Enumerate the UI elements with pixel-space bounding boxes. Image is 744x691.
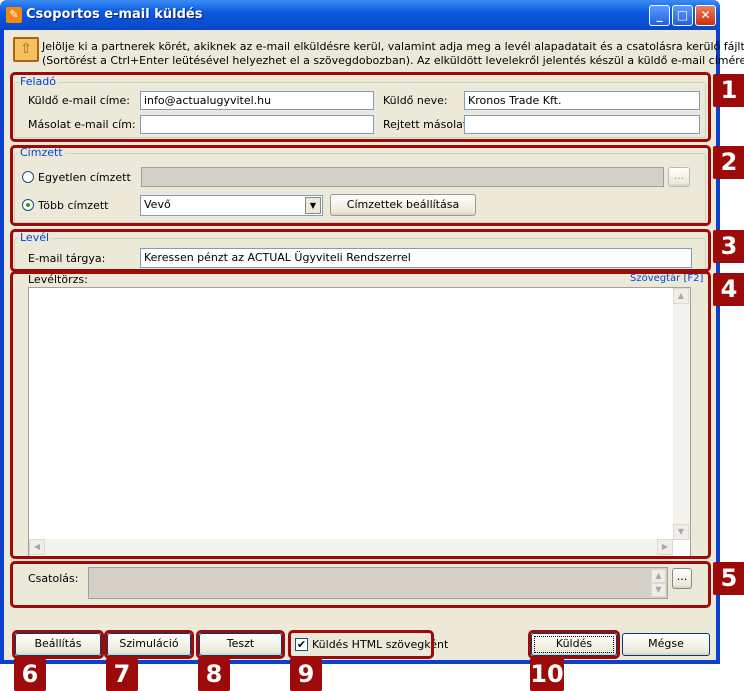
callout-badge-8: 8 bbox=[198, 658, 230, 691]
callout-badge-3: 3 bbox=[713, 230, 744, 263]
maximize-button[interactable]: □ bbox=[672, 5, 693, 26]
callout-frame-10 bbox=[528, 630, 620, 659]
info-text-line2: (Sortörést a Ctrl+Enter leütésével helye… bbox=[42, 54, 744, 67]
callout-badge-4: 4 bbox=[713, 273, 744, 306]
cancel-button[interactable]: Mégse bbox=[622, 633, 710, 656]
callout-frame-1 bbox=[10, 72, 711, 142]
callout-frame-3 bbox=[10, 229, 711, 272]
callout-frame-2 bbox=[10, 145, 711, 226]
callout-badge-5: 5 bbox=[713, 562, 744, 595]
callout-frame-9 bbox=[288, 630, 434, 659]
info-text-line1: Jelölje ki a partnerek körét, akiknek az… bbox=[42, 40, 744, 53]
callout-badge-7: 7 bbox=[106, 658, 138, 691]
window-title: Csoportos e-mail küldés bbox=[26, 7, 203, 22]
callout-badge-9: 9 bbox=[290, 658, 322, 691]
app-icon: ✎ bbox=[6, 7, 22, 23]
title-bar[interactable]: ✎ Csoportos e-mail küldés _ □ ✕ bbox=[0, 0, 720, 30]
callout-frame-7 bbox=[104, 630, 194, 659]
callout-badge-6: 6 bbox=[14, 658, 46, 691]
callout-frame-8 bbox=[196, 630, 285, 659]
minimize-button[interactable]: _ bbox=[649, 5, 670, 26]
callout-frame-5 bbox=[10, 561, 711, 608]
envelope-icon: ⇧ bbox=[13, 37, 39, 62]
callout-badge-10: 10 bbox=[530, 658, 564, 691]
callout-frame-6 bbox=[12, 630, 104, 659]
callout-badge-2: 2 bbox=[713, 146, 744, 179]
close-button[interactable]: ✕ bbox=[695, 5, 716, 26]
callout-badge-1: 1 bbox=[713, 74, 744, 107]
callout-frame-4 bbox=[10, 271, 711, 559]
